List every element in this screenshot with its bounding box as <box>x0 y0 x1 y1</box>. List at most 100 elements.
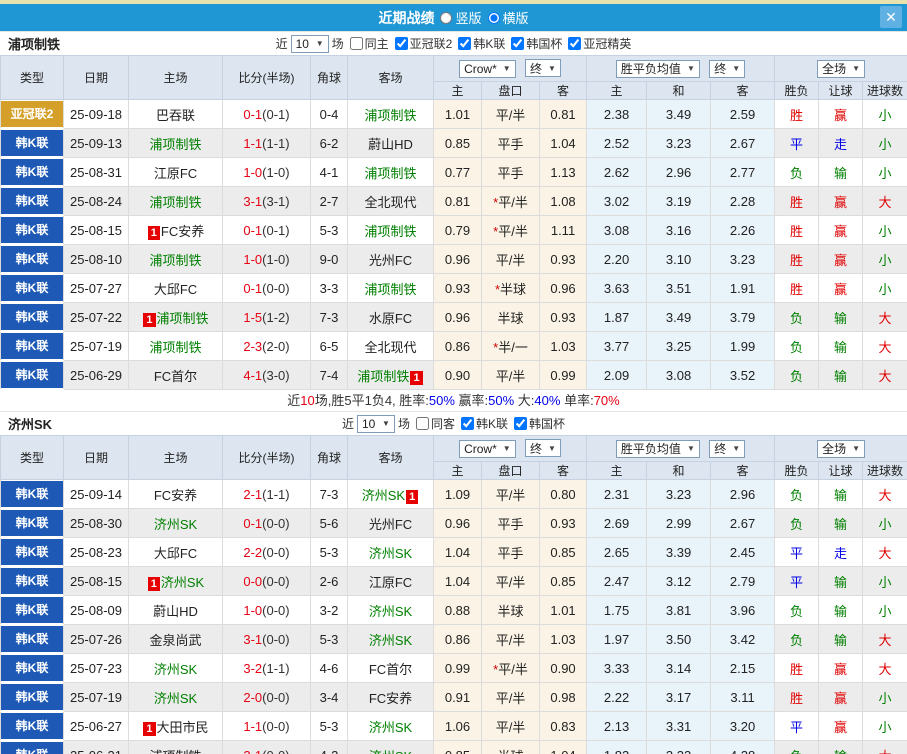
home-team-name: 大邱FC <box>153 281 198 297</box>
away-team: 浦项制铁 <box>347 157 434 187</box>
home-team: 大邱FC <box>128 537 223 567</box>
draw-odds: 2.99 <box>646 508 712 538</box>
section-header-pohang: 浦项制铁 近 10 ▼ 场 同主 亚冠联2 韩K联 韩国杯 亚冠精英 <box>0 31 907 55</box>
league-checkbox[interactable] <box>511 37 525 50</box>
league-filter[interactable]: 韩国杯 <box>514 415 565 432</box>
table-header: 类型 日期 主场 比分(半场) 角球 客场 Crow* ▼ 终 ▼ 胜平负均值 … <box>0 435 907 480</box>
handicap-result: 输 <box>818 157 864 187</box>
away-team: 浦项制铁 <box>347 99 434 129</box>
away-team: 浦项制铁 <box>347 215 434 245</box>
games-label: 场 <box>331 37 344 51</box>
win-odds: 2.69 <box>586 508 648 538</box>
fulltime-score: 0-0 <box>243 573 263 589</box>
league-filter[interactable]: 亚冠联2 <box>394 35 453 52</box>
goals-result: 大 <box>862 537 907 567</box>
score-cell: 1-5(1-2) <box>222 302 311 332</box>
home-team: 蔚山HD <box>128 595 223 625</box>
score-cell: 0-0(0-0) <box>222 566 311 596</box>
home-team: 大邱FC <box>128 273 223 303</box>
away-team: 济州SK <box>347 595 434 625</box>
away-team-name: 浦项制铁 <box>357 368 410 384</box>
away-team-name: 全北现代 <box>364 194 417 210</box>
home-team: 1 FC安养 <box>128 215 223 245</box>
league-badge: 韩K联 <box>1 362 63 388</box>
league-type-cell: 亚冠联2 <box>0 99 64 129</box>
handicap-home-odds: 1.01 <box>433 99 482 129</box>
corner-score: 0-4 <box>310 99 348 129</box>
handicap-away-odds: 0.93 <box>538 508 588 538</box>
halftime-score: (1-1) <box>262 486 290 502</box>
goals-result: 小 <box>862 566 907 596</box>
draw-odds: 3.17 <box>646 682 712 712</box>
lose-odds: 3.11 <box>710 682 776 712</box>
same-venue-checkbox[interactable] <box>415 417 429 430</box>
bookmaker-select[interactable]: Crow* ▼ <box>459 439 516 458</box>
bookmaker-select[interactable]: Crow* ▼ <box>459 59 516 78</box>
match-date: 25-09-14 <box>63 479 129 509</box>
win-odds: 1.97 <box>586 624 648 654</box>
recent-count-select[interactable]: 10 ▼ <box>356 414 395 433</box>
layout-radio-horizontal[interactable]: 横版 <box>487 8 529 27</box>
handicap-result: 输 <box>818 508 864 538</box>
league-filter[interactable]: 韩K联 <box>458 35 505 52</box>
league-checkbox[interactable] <box>461 417 474 430</box>
col-odds-lose: 客 <box>710 461 776 480</box>
col-corner: 角球 <box>310 435 348 480</box>
league-label: 亚冠精英 <box>583 37 632 51</box>
same-venue-checkbox[interactable] <box>349 37 363 50</box>
handicap-away-odds: 1.04 <box>538 740 588 754</box>
corner-score: 2-6 <box>310 566 348 596</box>
home-team: 浦项制铁 <box>128 740 223 754</box>
handicap-result: 输 <box>818 566 864 596</box>
lose-odds: 2.67 <box>710 508 776 538</box>
odds-avg-select[interactable]: 胜平负均值 ▼ <box>615 439 700 458</box>
handicap-result: 输 <box>818 479 864 509</box>
fulltime-score: 0-1 <box>243 222 263 238</box>
handicap-home-odds: 0.77 <box>433 157 482 187</box>
col-odds-win: 主 <box>586 81 648 100</box>
draw-odds: 3.25 <box>646 331 712 361</box>
same-venue-filter[interactable]: 同客 <box>415 415 455 432</box>
scope-select[interactable]: 全场 ▼ <box>817 439 865 458</box>
league-filter[interactable]: 韩国杯 <box>511 35 562 52</box>
league-label: 亚冠联2 <box>409 37 453 51</box>
league-checkbox[interactable] <box>514 417 528 430</box>
bookmaker-stage-select[interactable]: 终 ▼ <box>525 59 561 78</box>
scope-select[interactable]: 全场 ▼ <box>817 59 865 78</box>
match-date: 25-06-27 <box>63 711 129 741</box>
league-type-cell: 韩K联 <box>0 244 64 274</box>
odds-stage-select[interactable]: 终 ▼ <box>709 59 746 78</box>
league-checkbox[interactable] <box>394 37 408 50</box>
horizontal-radio[interactable] <box>487 11 500 24</box>
win-odds: 2.09 <box>586 360 648 390</box>
corner-score: 5-3 <box>310 711 348 741</box>
vertical-radio[interactable] <box>440 11 453 24</box>
handicap-line: 平/半 <box>481 244 540 274</box>
corner-score: 4-6 <box>310 653 348 683</box>
halftime-score: (0-0) <box>262 573 290 589</box>
bookmaker-stage-select[interactable]: 终 ▼ <box>525 439 561 458</box>
layout-radio-vertical[interactable]: 竖版 <box>440 8 482 27</box>
win-odds: 3.08 <box>586 215 648 245</box>
league-type-cell: 韩K联 <box>0 186 64 216</box>
match-result: 平 <box>774 537 820 567</box>
handicap-home-odds: 0.91 <box>433 682 482 712</box>
halftime-score: (0-0) <box>262 689 290 705</box>
league-checkbox[interactable] <box>568 37 582 50</box>
league-type-cell: 韩K联 <box>0 740 64 754</box>
odds-stage-select[interactable]: 终 ▼ <box>709 439 746 458</box>
handicap-line-text: 半球 <box>497 749 523 754</box>
corner-score: 5-3 <box>310 624 348 654</box>
recent-count-select[interactable]: 10 ▼ <box>290 34 329 53</box>
league-checkbox[interactable] <box>458 37 472 50</box>
close-button[interactable]: ✕ <box>880 6 902 28</box>
halftime-score: (1-0) <box>262 251 290 267</box>
league-filter[interactable]: 亚冠精英 <box>568 35 631 52</box>
corner-score: 3-4 <box>310 682 348 712</box>
same-venue-filter[interactable]: 同主 <box>349 35 389 52</box>
match-date: 25-08-24 <box>63 186 129 216</box>
handicap-line-text: 半球 <box>497 603 524 619</box>
odds-avg-select[interactable]: 胜平负均值 ▼ <box>615 59 700 78</box>
handicap-away-odds: 1.04 <box>538 128 588 158</box>
league-filter[interactable]: 韩K联 <box>461 415 508 432</box>
